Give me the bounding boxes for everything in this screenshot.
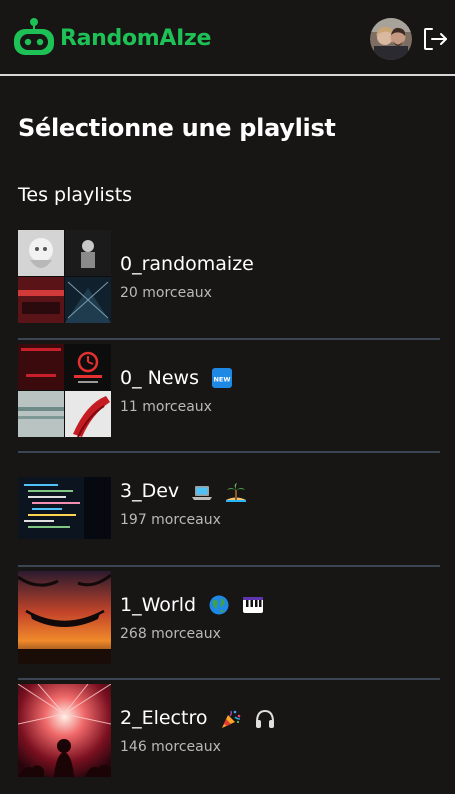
section-title: Tes playlists — [18, 184, 133, 206]
playlist-track-count: 11 morceaux — [120, 398, 212, 415]
app-header: RandomAIze — [0, 0, 455, 76]
headphones-emoji-icon — [255, 709, 274, 728]
playlist-name: 2_Electro — [120, 707, 276, 730]
playlist-track-count: 146 morceaux — [120, 739, 221, 756]
piano-emoji-icon — [243, 597, 264, 614]
user-avatar[interactable] — [370, 18, 412, 60]
globe-emoji-icon — [209, 595, 229, 615]
playlist-track-count: 197 morceaux — [120, 512, 221, 529]
playlist-cover — [18, 684, 111, 778]
avatar-photo — [370, 18, 412, 60]
playlist-cover — [18, 570, 111, 664]
logout-icon[interactable] — [422, 26, 448, 52]
playlist-item[interactable]: 0_randomaize 20 morceaux — [0, 226, 455, 340]
party-popper-emoji-icon — [221, 710, 240, 728]
playlist-cover — [18, 457, 111, 551]
new-button-emoji-icon: NEW — [212, 368, 233, 389]
app-logo[interactable]: RandomAIze — [12, 17, 211, 59]
app-logo-text: RandomAIze — [60, 25, 212, 51]
playlist-name: 0_ News NEW — [120, 367, 233, 390]
playlist-list: 0_randomaize 20 morceaux 0_ News NEW 11 … — [0, 226, 455, 794]
playlist-track-count: 268 morceaux — [120, 625, 221, 642]
playlist-track-count: 20 morceaux — [120, 285, 212, 301]
playlist-name: 0_randomaize — [120, 253, 254, 275]
playlist-name: 3_Dev — [120, 480, 247, 503]
playlist-item[interactable]: 3_Dev 197 morceaux — [0, 453, 455, 567]
playlist-cover — [18, 343, 111, 437]
playlist-item[interactable]: 2_Electro 146 morceaux — [0, 680, 455, 794]
playlist-item[interactable]: 1_World 268 morceaux — [0, 567, 455, 681]
playlist-name: 1_World — [120, 594, 264, 617]
svg-text:NEW: NEW — [213, 376, 230, 384]
playlist-cover — [18, 230, 111, 323]
laptop-emoji-icon — [192, 485, 213, 500]
island-emoji-icon — [226, 482, 247, 502]
robot-logo-icon — [14, 18, 54, 55]
playlist-item[interactable]: 0_ News NEW 11 morceaux — [0, 340, 455, 454]
page-title: Sélectionne une playlist — [18, 114, 336, 142]
